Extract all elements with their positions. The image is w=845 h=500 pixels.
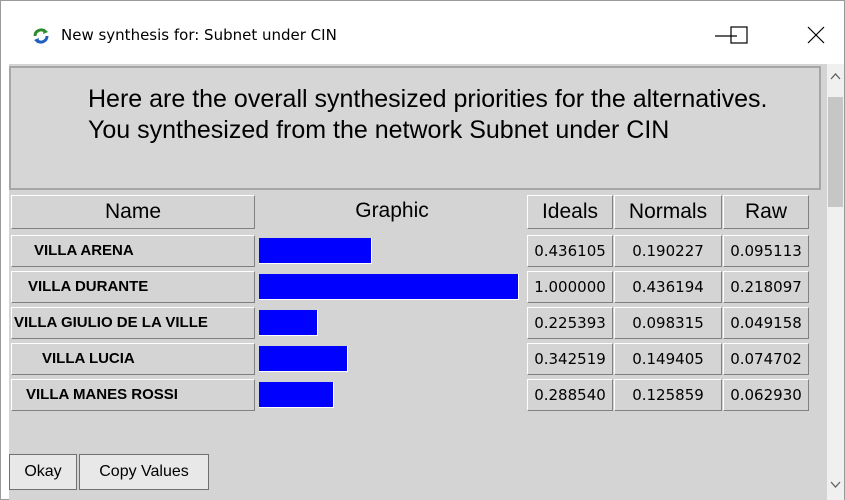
- window-title: New synthesis for: Subnet under CIN: [61, 26, 337, 44]
- close-icon: [807, 26, 825, 44]
- raw-value: 0.049158: [723, 307, 809, 339]
- column-header-normals: Normals: [614, 195, 722, 229]
- ideal-value: 1.000000: [527, 271, 613, 303]
- normal-value: 0.149405: [614, 343, 722, 375]
- scrollbar-thumb[interactable]: [828, 97, 843, 207]
- ideal-value: 0.436105: [527, 235, 613, 267]
- close-button[interactable]: [796, 19, 836, 51]
- priority-bar: [259, 238, 372, 264]
- row-name-villa-durante: VILLA DURANTE: [11, 271, 255, 303]
- row-name-villa-giulio-de-la-ville: VILLA GIULIO DE LA VILLE: [11, 307, 255, 339]
- maximize-icon: [730, 26, 748, 44]
- priority-bar-cell: [257, 307, 527, 339]
- raw-value: 0.095113: [723, 235, 809, 267]
- priority-bar-cell: [257, 271, 527, 303]
- ideal-value: 0.342519: [527, 343, 613, 375]
- ideal-value: 0.225393: [527, 307, 613, 339]
- normal-value: 0.098315: [614, 307, 722, 339]
- column-header-raw: Raw: [723, 195, 809, 229]
- raw-value: 0.218097: [723, 271, 809, 303]
- row-name-villa-manes-rossi: VILLA MANES ROSSI: [11, 379, 255, 411]
- maximize-button[interactable]: [719, 19, 759, 51]
- column-header-graphic: Graphic: [355, 199, 429, 222]
- priority-bar: [259, 274, 519, 300]
- okay-button[interactable]: Okay: [9, 454, 77, 490]
- column-header-name: Name: [11, 195, 255, 229]
- content-panel: Here are the overall synthesized priorit…: [9, 64, 827, 500]
- priority-bar: [259, 382, 334, 408]
- normal-value: 0.125859: [614, 379, 722, 411]
- priority-bar: [259, 346, 348, 372]
- row-name-villa-lucia: VILLA LUCIA: [11, 343, 255, 375]
- normal-value: 0.436194: [614, 271, 722, 303]
- priority-bar: [259, 310, 318, 336]
- row-name-villa-arena: VILLA ARENA: [11, 235, 255, 267]
- vertical-scrollbar[interactable]: [827, 64, 844, 500]
- chevron-up-icon[interactable]: [827, 68, 844, 85]
- priority-bar-cell: [257, 343, 527, 375]
- copy-values-button[interactable]: Copy Values: [79, 454, 209, 490]
- raw-value: 0.074702: [723, 343, 809, 375]
- priority-bar-cell: [257, 235, 527, 267]
- raw-value: 0.062930: [723, 379, 809, 411]
- message-box: Here are the overall synthesized priorit…: [9, 66, 821, 190]
- synthesis-message: Here are the overall synthesized priorit…: [88, 85, 768, 144]
- normal-value: 0.190227: [614, 235, 722, 267]
- priority-bar-cell: [257, 379, 527, 411]
- refresh-arrows-icon: [33, 28, 49, 44]
- ideal-value: 0.288540: [527, 379, 613, 411]
- synthesis-window: New synthesis for: Subnet under CIN Here…: [0, 0, 845, 500]
- chevron-down-icon[interactable]: [827, 476, 844, 493]
- column-header-ideals: Ideals: [527, 195, 613, 229]
- title-bar: New synthesis for: Subnet under CIN: [1, 1, 844, 64]
